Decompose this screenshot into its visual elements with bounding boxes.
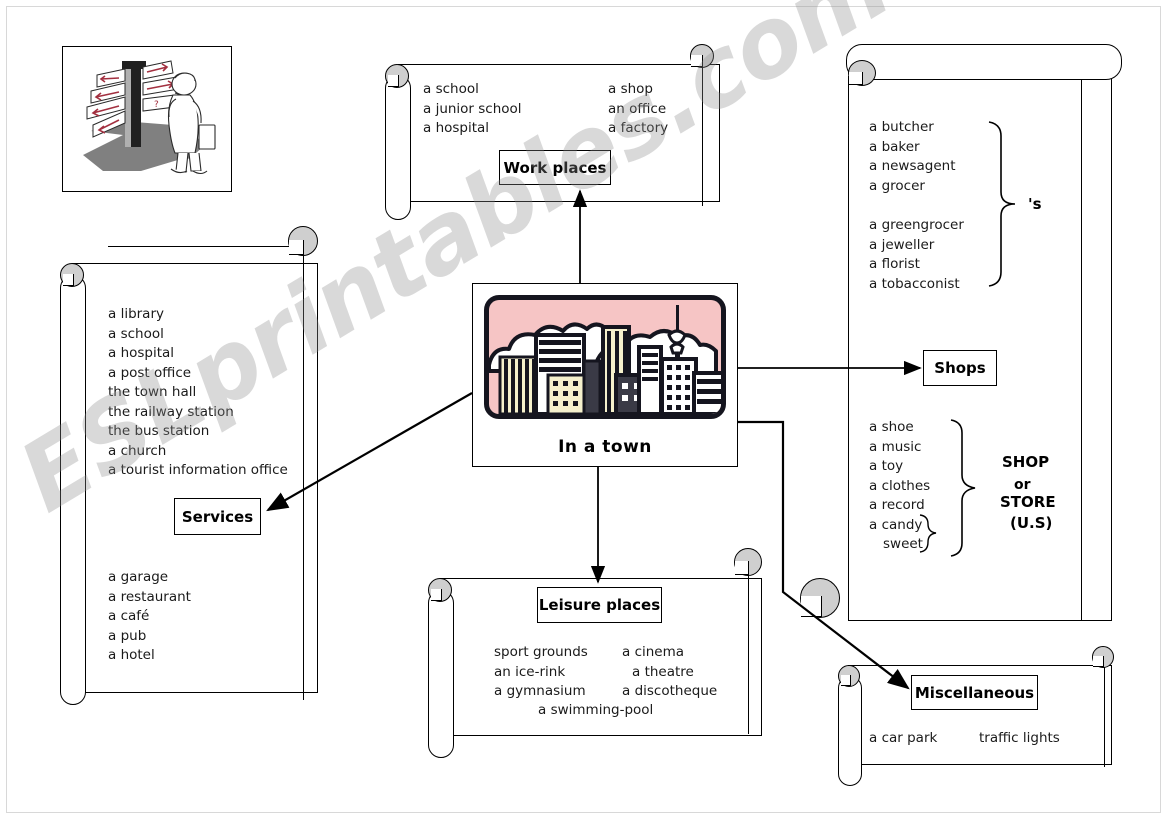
list-item: the bus station <box>108 423 210 439</box>
shops-store-note-line3: STORE <box>1000 493 1056 511</box>
center-topic-card: In a town <box>472 283 738 467</box>
list-item: a clothes <box>869 477 931 494</box>
scroll-roll-left-leisure <box>428 590 454 758</box>
scroll-curl-icon <box>288 226 318 256</box>
list-item: a hotel <box>108 647 155 663</box>
scroll-edge-line <box>748 562 749 734</box>
signpost-with-person-icon: ? <box>83 60 216 175</box>
svg-text:?: ? <box>154 100 159 110</box>
list-item: a florist <box>869 256 920 272</box>
leisure-list-right: a cinema a theatre a discotheque <box>622 643 717 702</box>
shops-possessive-note: 's <box>1028 195 1042 213</box>
list-item: sport grounds <box>494 644 588 660</box>
list-item: a hospital <box>423 120 490 136</box>
list-item: an office <box>608 100 667 117</box>
scroll-roll-left-work-places <box>385 75 411 220</box>
list-item: a toy <box>869 458 904 474</box>
shops-store-note-line4: (U.S) <box>1010 514 1053 532</box>
list-item: a café <box>108 608 150 624</box>
scroll-edge-line <box>303 240 304 700</box>
worksheet-page: ? a school a junior school a hospital a … <box>0 0 1169 821</box>
list-item: a cinema <box>622 644 685 660</box>
list-item: a gymnasium <box>494 683 586 699</box>
list-item: a greengrocer <box>869 217 964 233</box>
city-skyline-icon <box>484 295 726 419</box>
list-item: an ice-rink <box>494 663 566 680</box>
scroll-edge-line <box>848 665 1104 666</box>
list-item: a theatre <box>632 663 694 680</box>
scroll-roll-left-services <box>60 275 86 705</box>
scroll-roll-left-misc <box>838 676 862 786</box>
curly-brace-possessive-icon <box>988 121 1016 287</box>
scroll-edge-line <box>108 246 290 247</box>
list-item: the railway station <box>108 403 234 420</box>
center-topic-title: In a town <box>558 437 652 457</box>
scroll-edge-line <box>1104 657 1105 767</box>
curly-brace-store-icon <box>950 419 976 557</box>
leisure-swimming-pool: a swimming-pool <box>538 702 654 718</box>
list-item: a church <box>108 442 167 459</box>
scroll-curl-icon <box>1092 646 1114 668</box>
list-item: a music <box>869 438 922 455</box>
scroll-curl-icon <box>838 665 860 687</box>
services-list-bottom: a garage a restaurant a café a pub a hot… <box>108 568 191 666</box>
list-item: a baker <box>869 138 920 155</box>
list-item: a discotheque <box>622 683 718 699</box>
list-item: a garage <box>108 569 169 585</box>
list-item: a restaurant <box>108 588 191 605</box>
list-item: a post office <box>108 364 192 381</box>
list-item: a grocer <box>869 177 925 194</box>
scroll-curl-icon <box>385 64 409 88</box>
list-item: a shoe <box>869 419 914 435</box>
list-item: a butcher <box>869 119 934 135</box>
list-item: a newsagent <box>869 158 956 174</box>
list-item: a library <box>108 306 164 322</box>
label-miscellaneous[interactable]: Miscellaneous <box>911 675 1038 710</box>
misc-item-traffic-lights: traffic lights <box>979 730 1060 746</box>
list-item: a jeweller <box>869 236 935 253</box>
leisure-list-left: sport grounds an ice-rink a gymnasium <box>494 643 588 702</box>
list-item: a pub <box>108 627 147 644</box>
label-shops[interactable]: Shops <box>923 350 997 386</box>
scroll-curl-icon <box>428 578 452 602</box>
curly-brace-candy-sweet-icon <box>919 514 937 553</box>
list-item: a school <box>108 325 164 342</box>
list-item: a factory <box>608 120 669 136</box>
signpost-illustration-card: ? <box>62 46 232 192</box>
scroll-edge-line <box>1081 76 1082 621</box>
services-list-top: a library a school a hospital a post off… <box>108 305 288 481</box>
city-skyline-illustration <box>484 295 726 419</box>
scroll-curl-icon <box>800 578 840 618</box>
work-places-list-left: a school a junior school a hospital <box>423 80 522 139</box>
shops-store-note-line1: SHOP <box>1002 453 1050 471</box>
label-services[interactable]: Services <box>174 498 261 535</box>
scroll-edge-line <box>398 64 702 65</box>
scroll-curl-icon <box>60 263 84 287</box>
list-item: a hospital <box>108 345 175 361</box>
misc-item-car-park: a car park <box>869 730 938 746</box>
list-item: a junior school <box>423 100 522 117</box>
scroll-curl-icon <box>690 44 714 68</box>
list-item: a shop <box>608 81 653 97</box>
list-item: the town hall <box>108 384 197 400</box>
shops-possessive-list-a: a butcher a baker a newsagent a grocer <box>869 118 956 196</box>
shops-possessive-list-b: a greengrocer a jeweller a florist a tob… <box>869 216 964 294</box>
list-item: a tourist information office <box>108 462 288 478</box>
shops-store-note-line2: or <box>1014 477 1031 493</box>
scroll-edge-line <box>72 263 288 264</box>
scroll-roll-top-shops <box>846 44 1122 80</box>
scroll-curl-icon <box>848 60 876 86</box>
scroll-edge-line <box>440 578 748 579</box>
list-item: a school <box>423 81 479 97</box>
scroll-edge-line <box>702 56 703 206</box>
label-work-places[interactable]: Work places <box>499 150 611 185</box>
list-item: a tobacconist <box>869 275 960 292</box>
work-places-list-right: a shop an office a factory <box>608 80 668 139</box>
scroll-curl-icon <box>734 548 762 576</box>
label-leisure-places[interactable]: Leisure places <box>537 587 662 623</box>
